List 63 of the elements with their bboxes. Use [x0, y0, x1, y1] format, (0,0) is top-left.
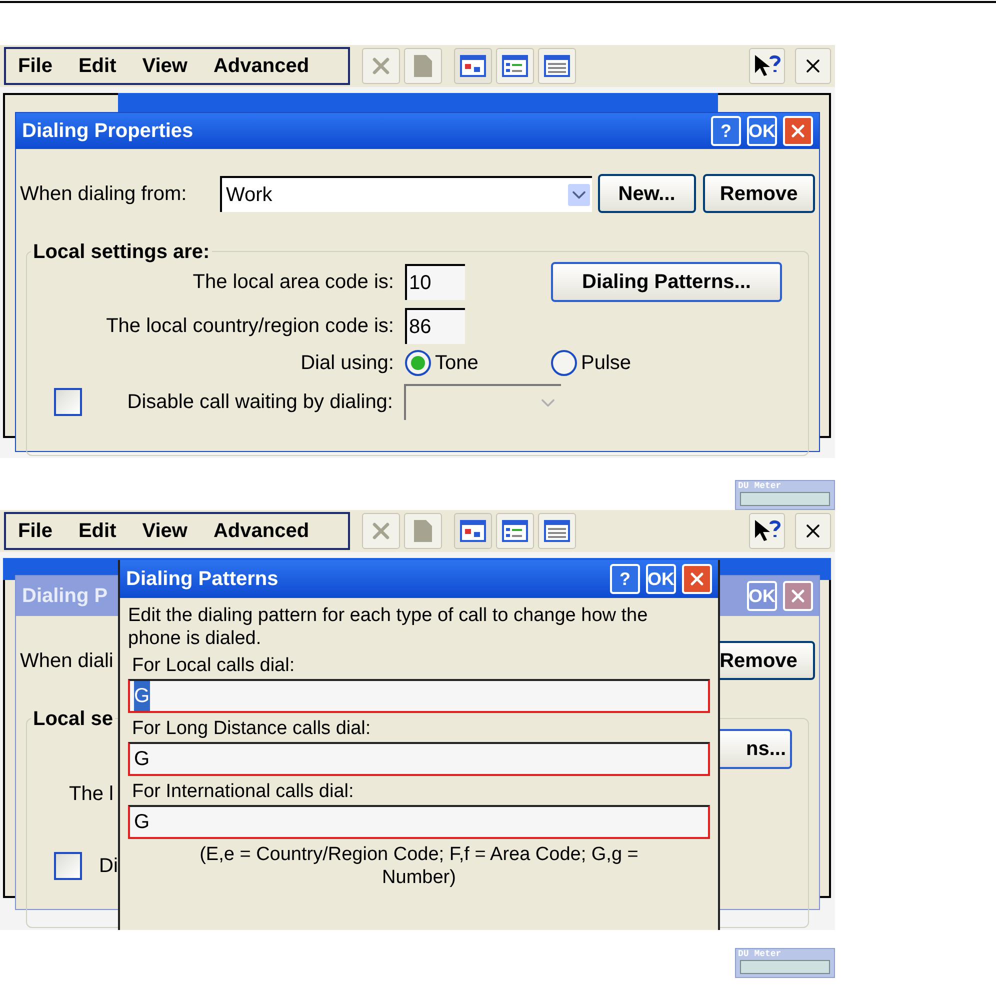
- widget-title: DU Meter: [737, 481, 782, 492]
- document-icon: [412, 53, 434, 79]
- menu-item[interactable]: View: [142, 516, 188, 546]
- title-bar-button[interactable]: ?: [610, 564, 640, 594]
- toolbar-button[interactable]: [538, 513, 576, 549]
- title-bar-button[interactable]: OK: [747, 116, 777, 146]
- menu-item[interactable]: Edit: [78, 516, 116, 546]
- toolbar-button[interactable]: [454, 513, 492, 549]
- view-icon: [502, 520, 528, 542]
- dialog-button[interactable]: Remove: [702, 174, 815, 213]
- widget-title: DU Meter: [737, 949, 782, 960]
- view-icon: [544, 520, 570, 542]
- field-label: The local country/region code is:: [105, 314, 394, 339]
- pattern-note: (E,e = Country/Region Code; F,f = Area Code; G,g = Number): [198, 843, 640, 889]
- field-label: For International calls dial:: [131, 780, 355, 803]
- text-field[interactable]: G: [128, 679, 710, 713]
- location-dropdown[interactable]: Work: [220, 176, 592, 212]
- toolbar-button[interactable]: [496, 513, 534, 549]
- menu-item[interactable]: Edit: [78, 51, 116, 81]
- window-title: Dialing Properties: [22, 119, 194, 144]
- window-title: Dialing P: [22, 584, 108, 609]
- text-field[interactable]: 86: [405, 308, 465, 344]
- title-bar-button[interactable]: ?: [711, 116, 741, 146]
- checkbox[interactable]: [54, 852, 82, 880]
- dialog-button[interactable]: New...: [598, 174, 696, 213]
- menu-item[interactable]: Advanced: [213, 516, 310, 546]
- menu-item[interactable]: File: [18, 516, 52, 546]
- description-text: Edit the dialing pattern for each type of call to change how the phone is dialed.: [128, 604, 649, 650]
- text-field[interactable]: 10: [405, 264, 465, 300]
- toolbar-button[interactable]: [454, 48, 492, 84]
- field-label: The l: [69, 782, 114, 807]
- help-cursor-button[interactable]: [749, 48, 785, 84]
- close-button[interactable]: [795, 513, 831, 549]
- toolbar-button[interactable]: [538, 48, 576, 84]
- text-field[interactable]: G: [128, 805, 710, 839]
- toolbar-button[interactable]: [496, 48, 534, 84]
- dialing-patterns-button[interactable]: Dialing Patterns...: [551, 262, 782, 302]
- text-field[interactable]: G: [128, 742, 710, 776]
- document-icon: [412, 518, 434, 544]
- field-label: The local area code is:: [192, 270, 394, 295]
- help-cursor-button[interactable]: [749, 513, 785, 549]
- view-icon: [502, 55, 528, 77]
- field-label: When diali: [20, 648, 114, 674]
- view-icon: [460, 520, 486, 542]
- checkbox[interactable]: [54, 388, 82, 416]
- title-bar-button[interactable]: OK: [646, 564, 676, 594]
- menu-item[interactable]: Advanced: [213, 51, 310, 81]
- field-label: When dialing from:: [20, 182, 188, 206]
- help-cursor-icon: [753, 53, 781, 79]
- menu-item[interactable]: View: [142, 51, 188, 81]
- menu-item[interactable]: File: [18, 51, 52, 81]
- view-icon: [544, 55, 570, 77]
- help-cursor-icon: [753, 518, 781, 544]
- window-title: Dialing Patterns: [126, 567, 278, 592]
- radio-option[interactable]: Tone: [405, 348, 551, 378]
- field-label: For Local calls dial:: [131, 654, 296, 677]
- close-button[interactable]: [795, 48, 831, 84]
- view-icon: [460, 55, 486, 77]
- checkbox-label: Disable call waiting by dialing:: [126, 390, 393, 415]
- field-label: Dial using:: [300, 351, 394, 376]
- checkbox-label: Di: [99, 854, 118, 879]
- radio-option[interactable]: Pulse: [551, 348, 632, 378]
- field-label: For Long Distance calls dial:: [131, 717, 372, 740]
